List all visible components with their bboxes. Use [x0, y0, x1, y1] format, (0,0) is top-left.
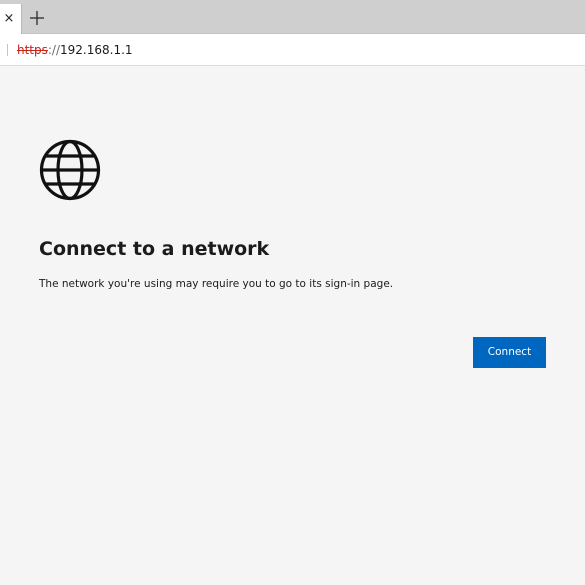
connect-button[interactable]: Connect [473, 337, 546, 368]
url-separator: :// [47, 43, 61, 57]
page-title: Connect to a network [39, 238, 270, 260]
toolbar-divider [7, 44, 8, 56]
tab-strip: × [0, 0, 585, 34]
url-host: 192.168.1.1 [60, 43, 133, 57]
active-tab[interactable]: × [0, 4, 21, 34]
new-tab-icon[interactable] [27, 8, 47, 28]
close-tab-icon[interactable]: × [2, 10, 16, 28]
url-scheme: https [17, 43, 48, 57]
browser-toolbar: https://192.168.1.1 [0, 34, 585, 66]
globe-icon [39, 139, 101, 201]
address-bar[interactable]: https://192.168.1.1 [17, 41, 133, 59]
page-description: The network you're using may require you… [39, 278, 394, 290]
